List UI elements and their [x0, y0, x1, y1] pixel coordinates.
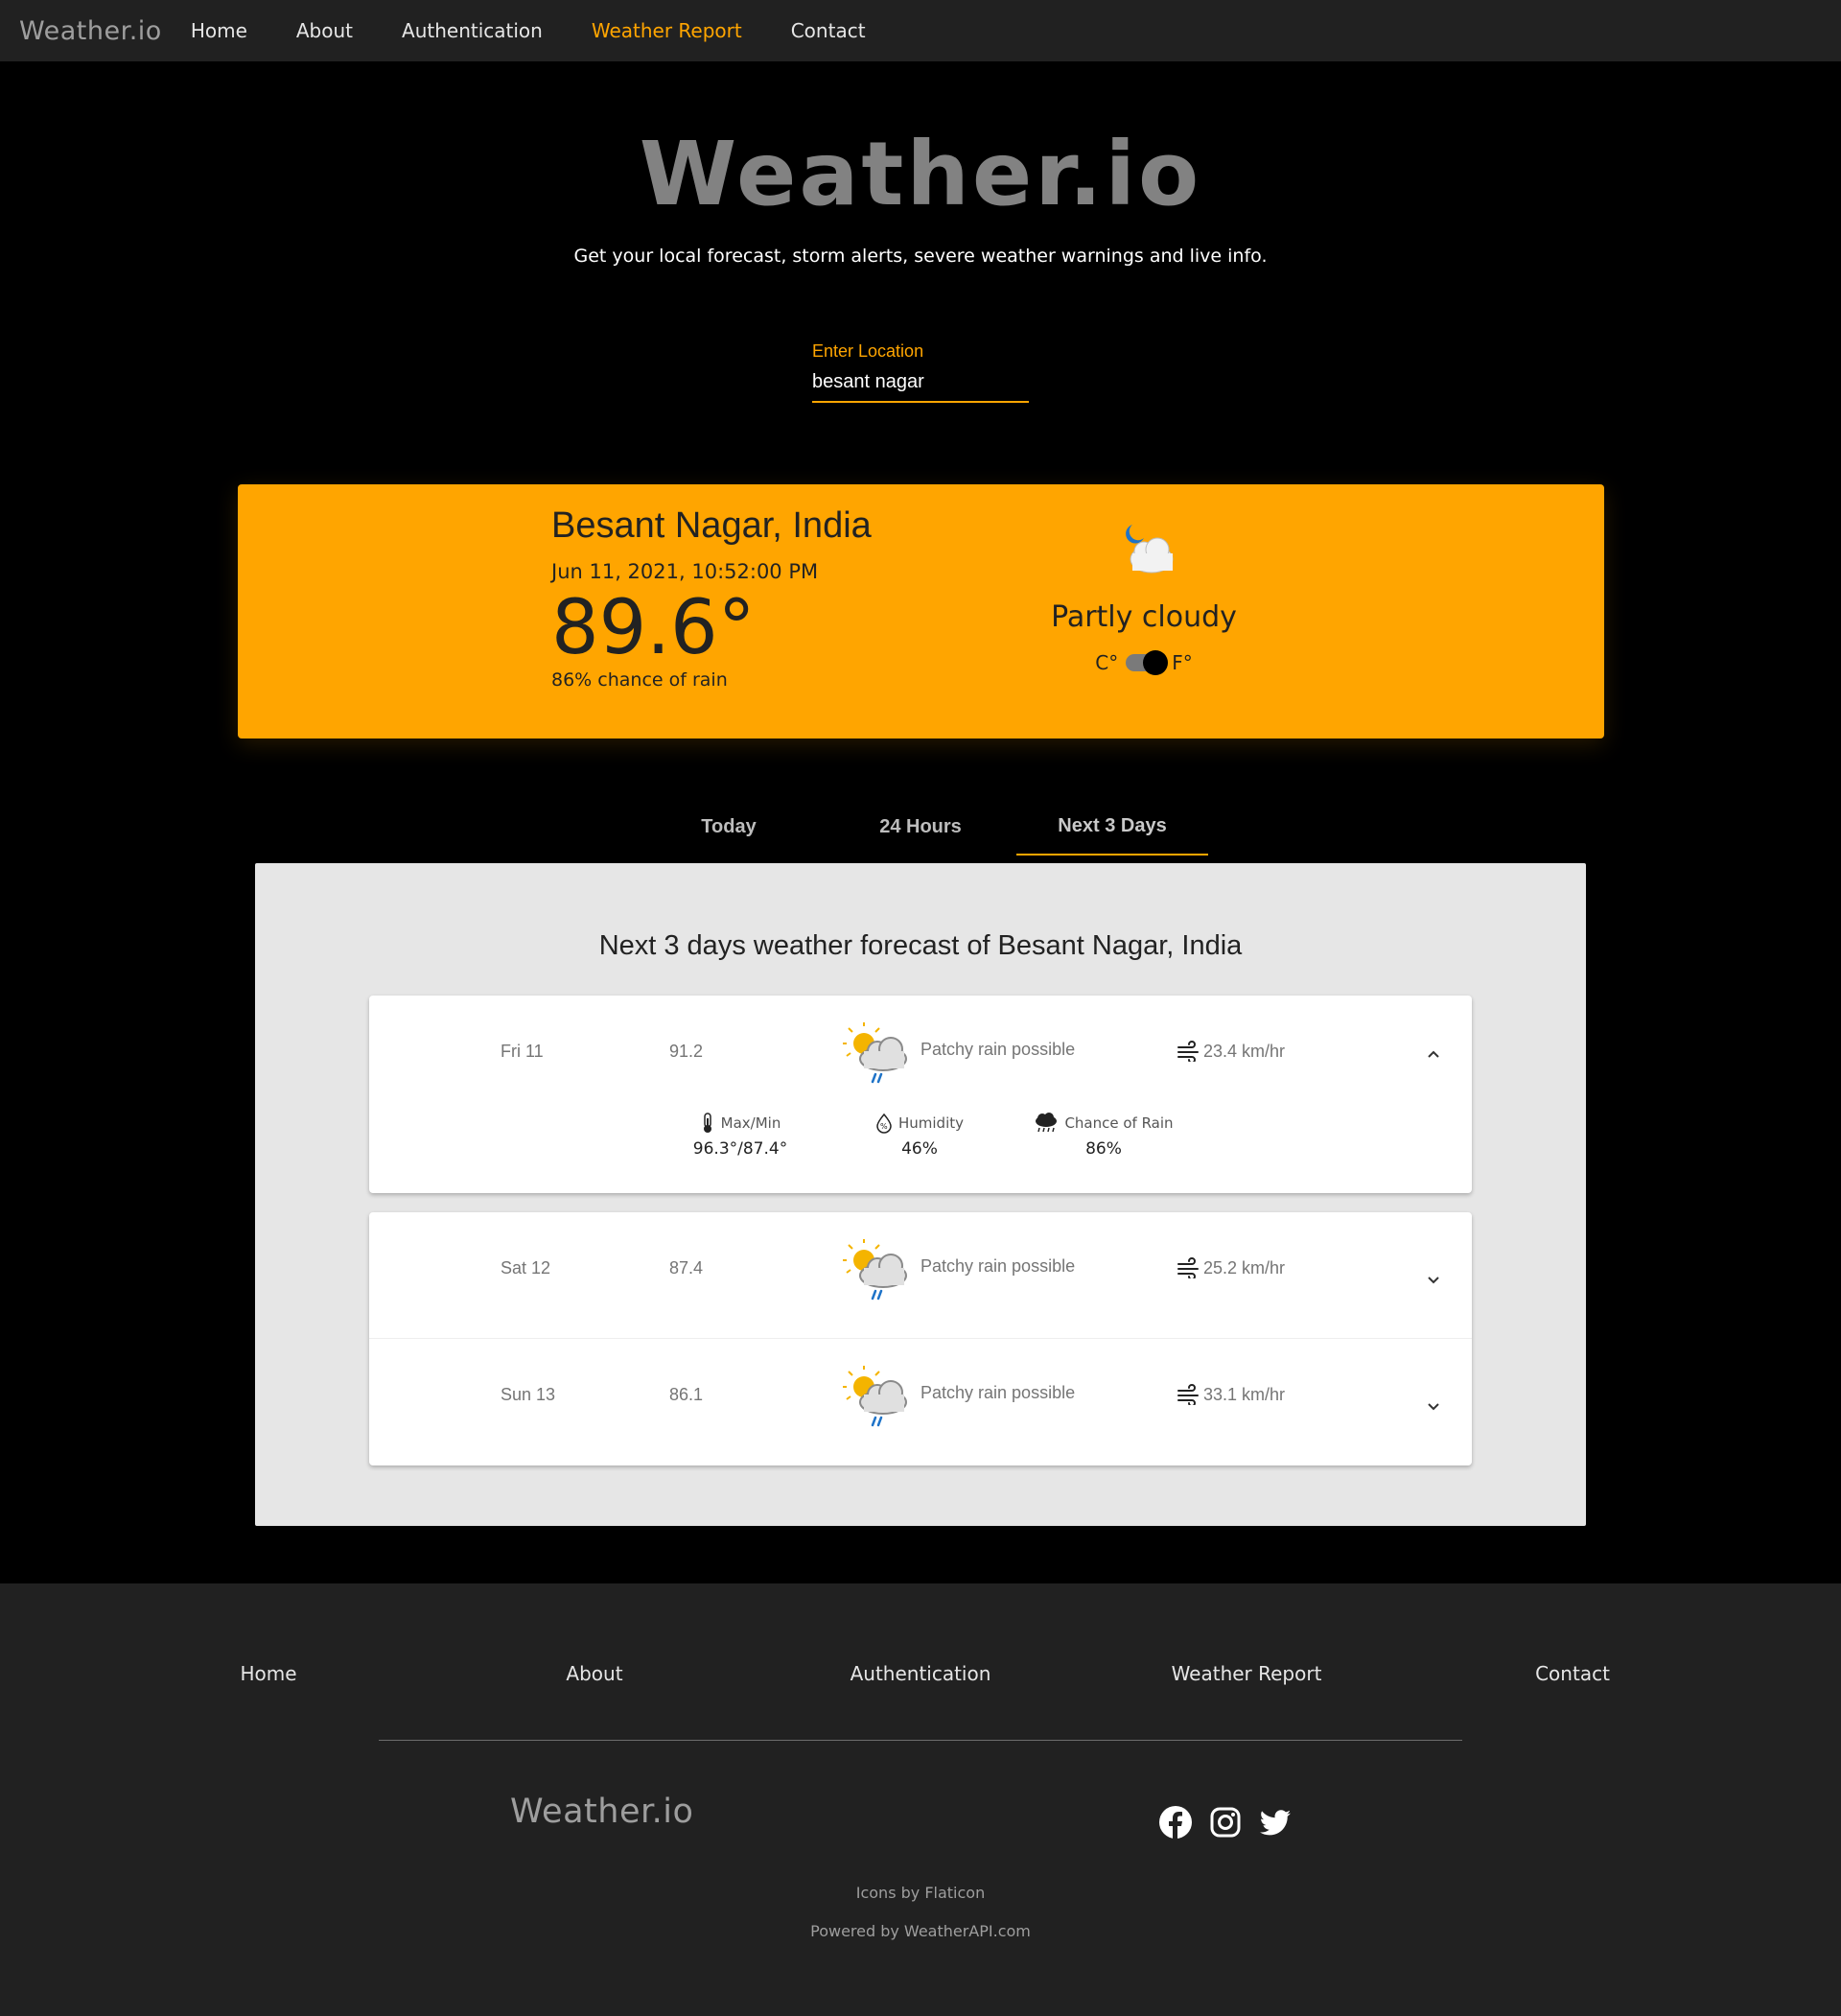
detail-rain-value: 86%: [1085, 1139, 1122, 1159]
detail-humidity: % Humidity 46%: [867, 1113, 972, 1159]
sun-cloud-rain-icon: [843, 1239, 907, 1301]
forecast-wind: 33.1 km/hr: [1177, 1384, 1285, 1405]
nav-logo[interactable]: Weather.io: [19, 16, 162, 46]
detail-maxmin-value: 96.3°/87.4°: [692, 1139, 788, 1159]
detail-maxmin: Max/Min 96.3°/87.4°: [687, 1113, 793, 1159]
current-rain-chance: 86% chance of rain: [551, 669, 728, 691]
credit-icons[interactable]: Icons by Flaticon: [0, 1884, 1841, 1902]
forecast-day: Fri 11: [501, 1042, 544, 1061]
forecast-wind-value: 23.4 km/hr: [1203, 1041, 1286, 1061]
nav-link-weather-report[interactable]: Weather Report: [592, 19, 742, 42]
chevron-up-icon[interactable]: [1425, 1045, 1442, 1063]
nav-link-contact[interactable]: Contact: [791, 19, 866, 42]
wind-icon: [1177, 1041, 1199, 1062]
credit-api[interactable]: Powered by WeatherAPI.com: [0, 1922, 1841, 1940]
tab-next-3-days[interactable]: Next 3 Days: [1016, 798, 1208, 856]
twitter-icon[interactable]: [1258, 1805, 1293, 1840]
svg-text:%: %: [880, 1122, 888, 1131]
detail-rain-chance: Chance of Rain 86%: [1027, 1113, 1180, 1159]
current-location: Besant Nagar, India: [551, 505, 872, 546]
forecast-day: Sun 13: [501, 1385, 556, 1404]
forecast-wind-value: 33.1 km/hr: [1203, 1384, 1286, 1404]
navbar: Weather.io Home About Authentication Wea…: [0, 0, 1841, 61]
forecast-day-row[interactable]: Sun 13 86.1 Patchy rain possible 33.1 km…: [369, 1339, 1472, 1465]
forecast-panel: Next 3 days weather forecast of Besant N…: [255, 863, 1586, 1526]
forecast-day-card: Fri 11 91.2 Patchy rain possible 23.4 km…: [369, 996, 1472, 1193]
thermometer-icon: [703, 1113, 711, 1133]
social-links: [1158, 1805, 1308, 1840]
unit-fahrenheit-label: F°: [1172, 651, 1193, 674]
hero-subtitle: Get your local forecast, storm alerts, s…: [573, 246, 1268, 267]
current-condition-text: Partly cloudy: [1051, 600, 1237, 634]
moon-cloud-icon: [1126, 525, 1174, 574]
current-info: Besant Nagar, India Jun 11, 2021, 10:52:…: [551, 505, 872, 691]
forecast-temp: 86.1: [669, 1385, 704, 1404]
unit-switch[interactable]: [1126, 650, 1169, 675]
forecast-condition: Patchy rain possible: [920, 1040, 1076, 1059]
forecast-wind: 25.2 km/hr: [1177, 1257, 1285, 1278]
wind-icon: [1177, 1384, 1199, 1405]
detail-humidity-value: 46%: [901, 1139, 938, 1159]
current-datetime: Jun 11, 2021, 10:52:00 PM: [551, 560, 819, 583]
forecast-day: Sat 12: [501, 1258, 551, 1278]
forecast-wind-value: 25.2 km/hr: [1203, 1257, 1286, 1278]
detail-maxmin-label: Max/Min: [720, 1114, 781, 1132]
forecast-temp: 87.4: [669, 1258, 704, 1278]
rain-cloud-icon: [1036, 1113, 1058, 1133]
forecast-tabs: Today 24 Hours Next 3 Days: [633, 798, 1208, 856]
unit-switch-knob[interactable]: [1143, 650, 1169, 675]
nav-link-about[interactable]: About: [296, 19, 353, 42]
unit-celsius-label: C°: [1095, 651, 1119, 674]
hero-title: Weather.io: [639, 123, 1202, 225]
sun-cloud-rain-icon: [843, 1022, 907, 1084]
nav-links: Home About Authentication Weather Report…: [191, 19, 915, 42]
forecast-day-card: Sat 12 87.4 Patchy rain possible 25.2 km…: [369, 1212, 1472, 1465]
footer-logo[interactable]: Weather.io: [510, 1793, 693, 1831]
footer-link-about[interactable]: About: [566, 1662, 622, 1685]
unit-toggle[interactable]: C° F°: [1048, 650, 1240, 675]
footer-link-weather-report[interactable]: Weather Report: [1172, 1662, 1322, 1685]
footer-link-authentication[interactable]: Authentication: [851, 1662, 991, 1685]
nav-link-authentication[interactable]: Authentication: [402, 19, 543, 42]
location-label: Enter Location: [812, 341, 924, 361]
forecast-details: Max/Min 96.3°/87.4° % Humidity 46% Chanc…: [369, 1113, 1472, 1180]
detail-rain-label: Chance of Rain: [1064, 1114, 1174, 1132]
facebook-icon[interactable]: [1158, 1805, 1193, 1840]
location-field: Enter Location: [812, 341, 1029, 403]
footer-link-contact[interactable]: Contact: [1535, 1662, 1610, 1685]
forecast-condition: Patchy rain possible: [920, 1383, 1076, 1402]
detail-humidity-label: Humidity: [897, 1114, 964, 1132]
chevron-down-icon[interactable]: [1425, 1398, 1442, 1416]
current-condition: Partly cloudy C° F°: [1048, 519, 1240, 675]
footer: Home About Authentication Weather Report…: [0, 1583, 1841, 2016]
current-weather-card: Besant Nagar, India Jun 11, 2021, 10:52:…: [238, 484, 1604, 738]
instagram-icon[interactable]: [1208, 1805, 1243, 1840]
forecast-temp: 91.2: [669, 1042, 704, 1061]
nav-link-home[interactable]: Home: [191, 19, 247, 42]
wind-icon: [1177, 1257, 1199, 1278]
current-temperature: 89.6°: [551, 585, 756, 671]
location-input[interactable]: [812, 371, 1029, 403]
tab-today[interactable]: Today: [633, 798, 825, 856]
forecast-condition: Patchy rain possible: [920, 1256, 1076, 1276]
tab-24-hours[interactable]: 24 Hours: [825, 798, 1016, 856]
forecast-day-row[interactable]: Fri 11 91.2 Patchy rain possible 23.4 km…: [369, 996, 1472, 1122]
forecast-title: Next 3 days weather forecast of Besant N…: [598, 930, 1243, 961]
humidity-icon: %: [876, 1113, 892, 1134]
sun-cloud-rain-icon: [843, 1366, 907, 1427]
chevron-down-icon[interactable]: [1425, 1272, 1442, 1289]
footer-link-home[interactable]: Home: [240, 1662, 296, 1685]
forecast-wind: 23.4 km/hr: [1177, 1041, 1285, 1062]
footer-divider: [379, 1740, 1462, 1741]
forecast-day-row[interactable]: Sat 12 87.4 Patchy rain possible 25.2 km…: [369, 1212, 1472, 1339]
